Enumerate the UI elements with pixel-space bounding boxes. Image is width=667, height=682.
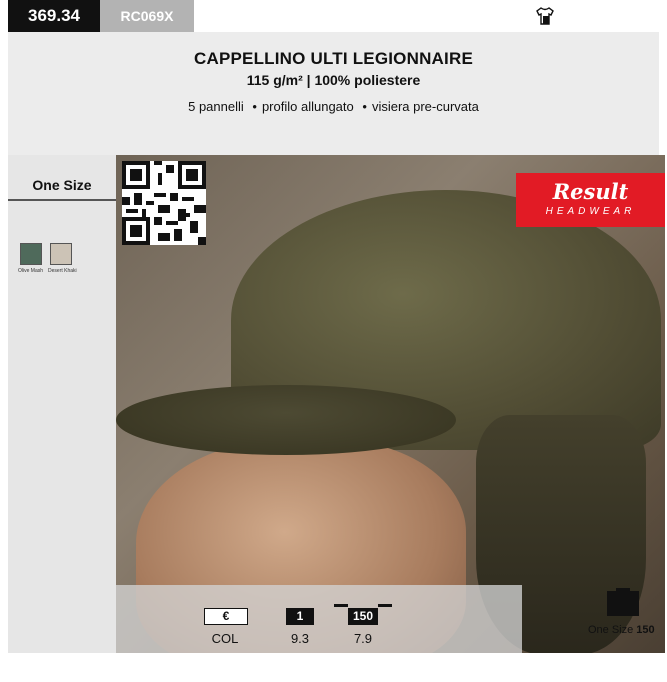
product-features: 5 pannelli • profilo allungato • visiera p… <box>8 99 659 114</box>
product-code: RC069X <box>100 0 194 32</box>
product-subtitle: 115 g/m² | 100% poliestere <box>246 72 421 88</box>
packaging-quantity: 150 <box>636 624 655 636</box>
color-swatch-olive-mash[interactable] <box>20 243 42 265</box>
feature-item: 5 pannelli <box>188 99 244 114</box>
col-label: COL <box>211 631 239 646</box>
feature-item: profilo allungato <box>261 99 354 114</box>
packaging-size: One Size <box>588 624 634 636</box>
color-label: Desert Khaki <box>48 268 77 274</box>
box-icon <box>607 588 639 616</box>
brand-name: Result <box>552 179 629 204</box>
packaging-info: One Size 150 <box>588 624 655 636</box>
tshirt-icon <box>536 7 554 25</box>
euro-badge: € <box>204 608 248 625</box>
bullet-icon: • <box>362 99 367 114</box>
sidebar: One Size Olive Mash Desert Khaki <box>8 155 116 653</box>
qr-code[interactable] <box>122 161 206 245</box>
size-label: One Size <box>32 177 92 193</box>
brand-sub: HEADWEAR <box>545 206 636 217</box>
product-title: CAPPELLINO ULTI LEGIONNAIRE <box>194 49 473 68</box>
brand-logo: Result HEADWEAR <box>516 173 665 227</box>
qty-1-badge: 1 <box>286 608 314 625</box>
color-swatch-desert-khaki[interactable] <box>50 243 72 265</box>
color-label: Olive Mash <box>18 268 44 274</box>
product-header: CAPPELLINO ULTI LEGIONNAIRE 115 g/m² | 1… <box>8 32 659 155</box>
qty-150-badge: 150 <box>348 608 378 625</box>
qty-150-bar-left <box>334 604 348 607</box>
feature-item: visiera pre-curvata <box>371 99 479 114</box>
page-code: 369.34 <box>8 0 100 32</box>
price-panel: € 1 150 COL 9.3 7.9 <box>116 585 522 653</box>
bullet-icon: • <box>252 99 257 114</box>
price-qty-1: 9.3 <box>290 631 310 646</box>
cap-visor <box>116 385 456 455</box>
top-bar: 369.34 RC069X <box>8 0 659 32</box>
price-qty-150: 7.9 <box>353 631 373 646</box>
divider <box>8 199 116 201</box>
qty-150-bar-right <box>378 604 392 607</box>
